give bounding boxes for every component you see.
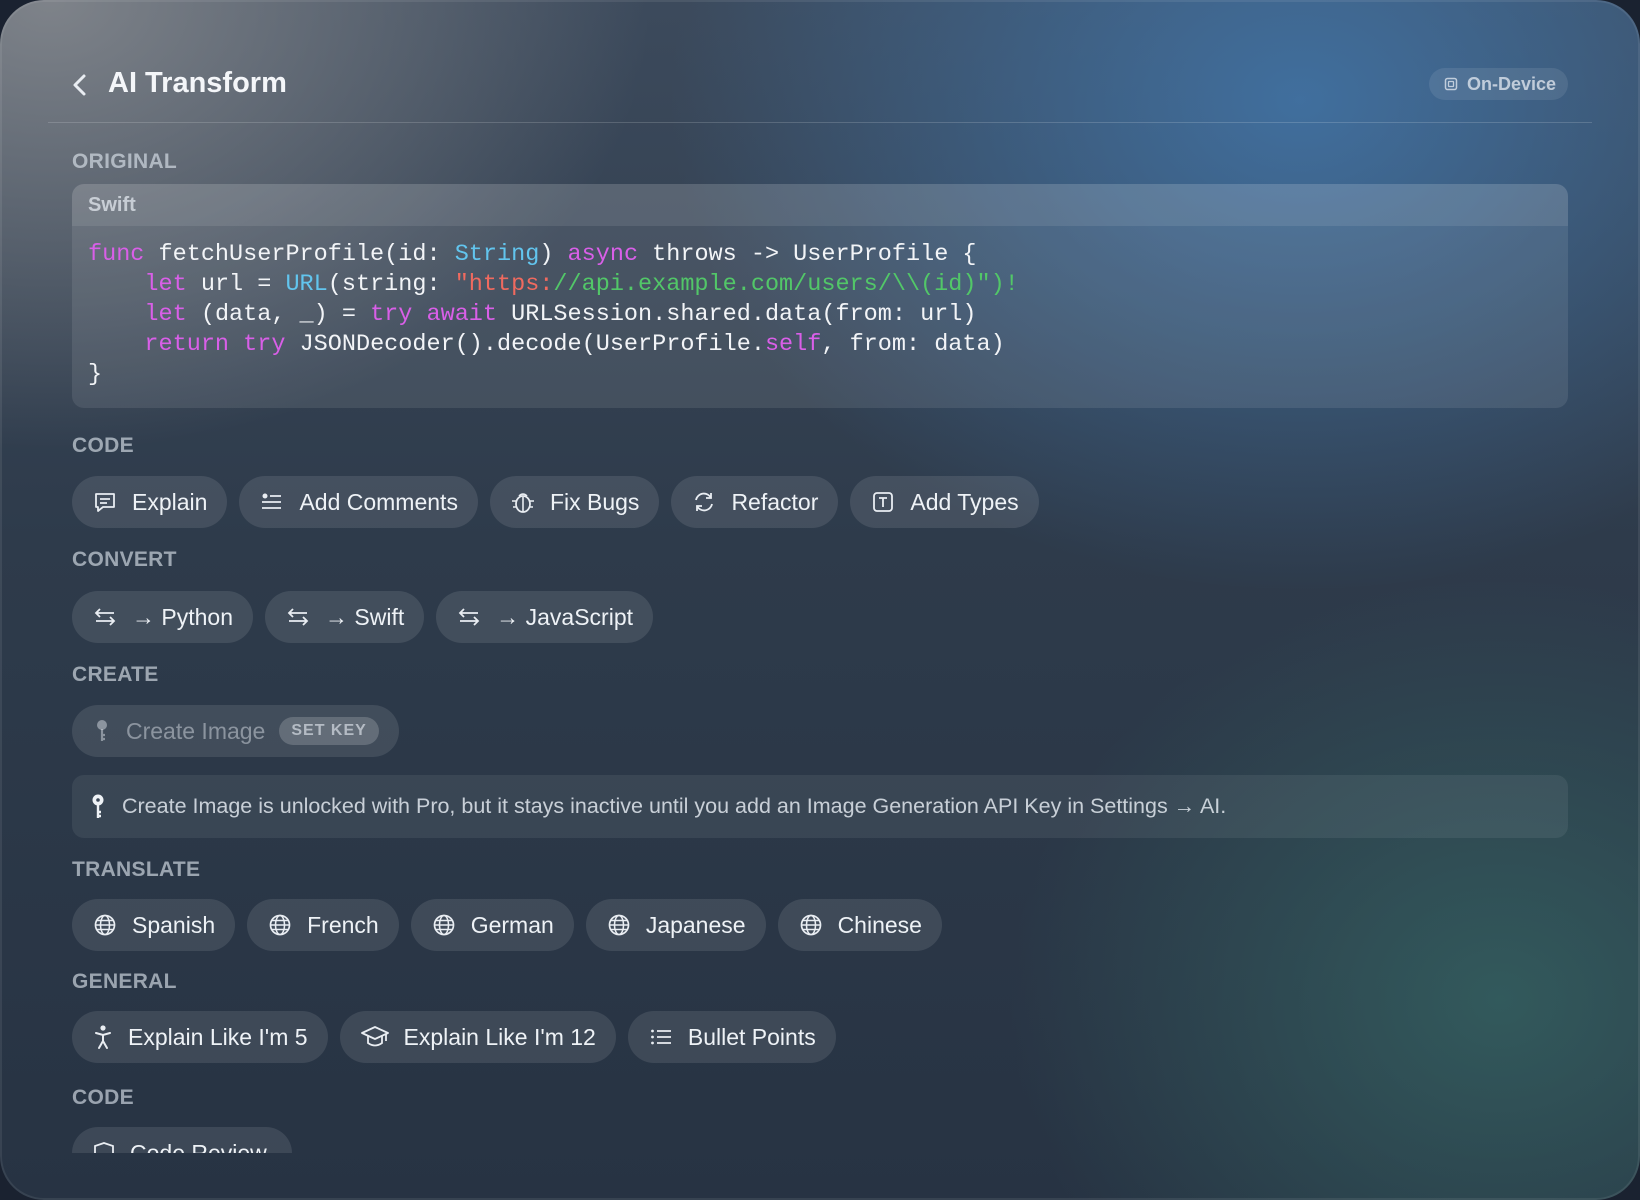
set-key-tag: SET KEY <box>279 717 379 745</box>
globe-icon <box>608 914 630 936</box>
code-review-button[interactable]: Code Review <box>72 1127 292 1153</box>
create-image-notice: Create Image is unlocked with Pro, but i… <box>72 775 1568 838</box>
text-lines-icon <box>262 493 282 509</box>
add-comments-button[interactable]: Add Comments <box>239 476 478 528</box>
globe-icon <box>800 914 821 936</box>
globe-icon <box>269 914 291 936</box>
translate-french-button[interactable]: French <box>247 899 399 951</box>
section-label-create: CREATE <box>72 663 159 686</box>
back-chevron-icon[interactable] <box>68 70 92 100</box>
refactor-button[interactable]: Refactor <box>671 476 839 528</box>
on-device-badge: On-Device <box>1428 68 1568 100</box>
create-actions-row: Create Image SET KEY <box>72 705 399 757</box>
notice-text: Create Image is unlocked with Pro, but i… <box>122 794 1227 818</box>
translate-spanish-button[interactable]: Spanish <box>72 899 236 951</box>
bullet-points-button[interactable]: Bullet Points <box>627 1011 836 1063</box>
translate-german-button[interactable]: German <box>410 899 574 951</box>
general-actions-row: Explain Like I'm 5 Explain Like I'm 12 B… <box>72 1011 836 1063</box>
refresh-icon <box>695 492 714 512</box>
speech-bubble-icon <box>95 493 115 512</box>
graduation-cap-icon <box>360 1026 389 1047</box>
ladybug-icon <box>511 493 534 513</box>
swap-arrows-icon <box>458 608 480 626</box>
key-icon <box>92 794 104 818</box>
original-code-block: Swift func fetchUserProfile(id: String) … <box>72 184 1568 408</box>
section-label-code-review: CODE <box>72 1086 134 1109</box>
convert-actions-row: → Python → Swift → JavaScript <box>72 591 653 643</box>
shield-icon <box>94 1142 114 1153</box>
globe-icon <box>94 914 116 936</box>
code-actions-row: Explain Add Comments Fix Bugs Refactor A… <box>72 476 1039 528</box>
key-icon <box>97 720 107 741</box>
convert-swift-button[interactable]: → Swift <box>265 591 425 643</box>
badge-label: On-Device <box>1466 73 1556 94</box>
convert-javascript-button[interactable]: → JavaScript <box>436 591 653 643</box>
fix-bugs-button[interactable]: Fix Bugs <box>489 476 660 528</box>
section-label-original: ORIGINAL <box>72 150 178 173</box>
explain-like-5-button[interactable]: Explain Like I'm 5 <box>72 1011 328 1063</box>
child-figure-icon <box>95 1025 111 1049</box>
swap-arrows-icon <box>287 608 309 626</box>
header-bar: AI Transform On-Device <box>48 52 1592 123</box>
globe-icon <box>433 914 455 936</box>
add-types-button[interactable]: Add Types <box>850 476 1039 528</box>
section-label-convert: CONVERT <box>72 548 177 571</box>
section-label-general: GENERAL <box>72 970 177 993</box>
chip-icon <box>1444 77 1458 91</box>
swap-arrows-icon <box>94 608 116 626</box>
translate-chinese-button[interactable]: Chinese <box>777 899 942 951</box>
code-review-row-clipped: Code Review <box>72 1127 292 1153</box>
translate-actions-row: Spanish French German Japanese Chinese <box>72 899 942 951</box>
page-title: AI Transform <box>108 67 287 99</box>
section-label-translate: TRANSLATE <box>72 858 201 881</box>
explain-like-12-button[interactable]: Explain Like I'm 12 <box>339 1011 616 1063</box>
ai-transform-window: AI Transform On-Device ORIGINAL Swift fu… <box>0 0 1640 1200</box>
section-label-code: CODE <box>72 434 134 457</box>
create-image-button[interactable]: Create Image SET KEY <box>72 705 399 757</box>
text-box-icon <box>873 492 894 512</box>
list-icon <box>650 1029 671 1045</box>
explain-button[interactable]: Explain <box>72 476 228 528</box>
convert-python-button[interactable]: → Python <box>72 591 253 643</box>
code-language-label: Swift <box>72 184 1568 226</box>
translate-japanese-button[interactable]: Japanese <box>585 899 766 951</box>
code-text: func fetchUserProfile(id: String) async … <box>88 241 1019 388</box>
